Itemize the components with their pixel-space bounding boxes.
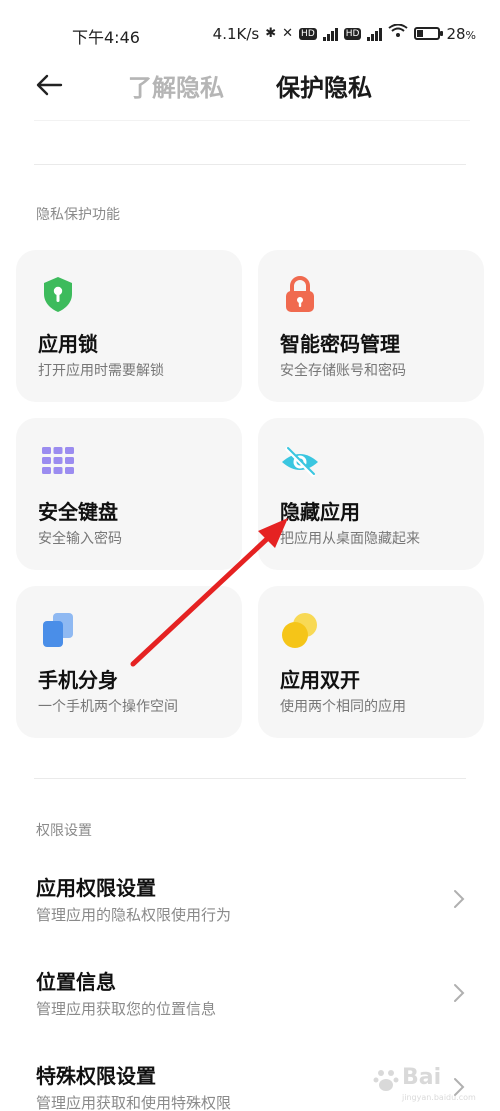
section-title-privacy: 隐私保护功能 xyxy=(36,207,120,223)
card-subtitle: 安全存储账号和密码 xyxy=(280,363,406,379)
hd-icon: HD xyxy=(343,27,362,40)
card-subtitle: 使用两个相同的应用 xyxy=(280,699,406,715)
hd-icon: HD xyxy=(299,27,317,40)
section-title-permissions: 权限设置 xyxy=(36,823,92,839)
card-app-lock[interactable]: 应用锁 打开应用时需要解锁 xyxy=(16,250,242,402)
padlock-icon xyxy=(286,276,314,312)
card-hide-apps[interactable]: 隐藏应用 把应用从桌面隐藏起来 xyxy=(258,418,484,570)
back-arrow-icon[interactable] xyxy=(34,70,64,100)
list-item-title: 位置信息 xyxy=(36,970,116,994)
paw-icon xyxy=(373,1070,399,1091)
watermark-text: Bai xyxy=(402,1065,442,1090)
mute-icon: ✕ xyxy=(282,25,294,41)
status-icons: 4.1K/s ✱ ✕ HD HD 28% xyxy=(212,23,476,43)
list-item-title: 特殊权限设置 xyxy=(36,1064,156,1088)
watermark-url: jingyan.baidu.com xyxy=(402,1093,476,1102)
chevron-right-icon xyxy=(454,984,465,1002)
card-title: 安全键盘 xyxy=(38,500,118,524)
bluetooth-icon: ✱ xyxy=(265,25,277,41)
signal-icon xyxy=(322,27,338,41)
tab-protect-privacy[interactable]: 保护隐私 xyxy=(276,68,372,103)
dual-space-icon xyxy=(43,613,73,647)
card-password-manager[interactable]: 智能密码管理 安全存储账号和密码 xyxy=(258,250,484,402)
list-item-subtitle: 管理应用获取和使用特殊权限 xyxy=(36,1094,232,1111)
list-item-subtitle: 管理应用的隐私权限使用行为 xyxy=(36,906,232,924)
card-subtitle: 把应用从桌面隐藏起来 xyxy=(280,531,420,547)
signal-icon xyxy=(367,27,383,41)
battery-level: 28% xyxy=(446,24,476,43)
card-dual-apps[interactable]: 应用双开 使用两个相同的应用 xyxy=(258,586,484,738)
card-title: 手机分身 xyxy=(38,668,118,692)
card-secure-keyboard[interactable]: 安全键盘 安全输入密码 xyxy=(16,418,242,570)
list-item-title: 应用权限设置 xyxy=(36,876,156,900)
divider xyxy=(34,164,466,165)
baidu-watermark: Bai jingyan.baidu.com xyxy=(372,1055,482,1107)
chevron-right-icon xyxy=(454,890,465,908)
tab-about-privacy[interactable]: 了解隐私 xyxy=(128,68,224,103)
dual-apps-icon xyxy=(282,613,317,648)
list-item-app-permissions[interactable]: 应用权限设置 管理应用的隐私权限使用行为 xyxy=(0,872,500,962)
network-speed: 4.1K/s xyxy=(212,24,260,43)
header: 了解隐私 保护隐私 xyxy=(0,62,500,112)
card-title: 应用双开 xyxy=(280,668,360,692)
wifi-icon xyxy=(388,23,409,43)
shield-lock-icon xyxy=(44,277,72,312)
list-item-location[interactable]: 位置信息 管理应用获取您的位置信息 xyxy=(0,966,500,1056)
divider xyxy=(34,778,466,779)
battery-icon xyxy=(414,27,444,40)
card-title: 隐藏应用 xyxy=(280,500,360,524)
keypad-icon xyxy=(42,447,74,474)
list-item-subtitle: 管理应用获取您的位置信息 xyxy=(36,1000,217,1018)
card-title: 应用锁 xyxy=(38,332,98,356)
card-title: 智能密码管理 xyxy=(280,332,400,356)
card-subtitle: 安全输入密码 xyxy=(38,531,122,547)
eye-hidden-icon xyxy=(282,447,318,477)
card-subtitle: 一个手机两个操作空间 xyxy=(38,699,178,715)
status-bar: 下午4:46 4.1K/s ✱ ✕ HD HD 28% xyxy=(0,0,500,70)
status-time: 下午4:46 xyxy=(72,28,140,47)
card-subtitle: 打开应用时需要解锁 xyxy=(38,363,164,379)
divider xyxy=(34,120,470,121)
card-second-space[interactable]: 手机分身 一个手机两个操作空间 xyxy=(16,586,242,738)
